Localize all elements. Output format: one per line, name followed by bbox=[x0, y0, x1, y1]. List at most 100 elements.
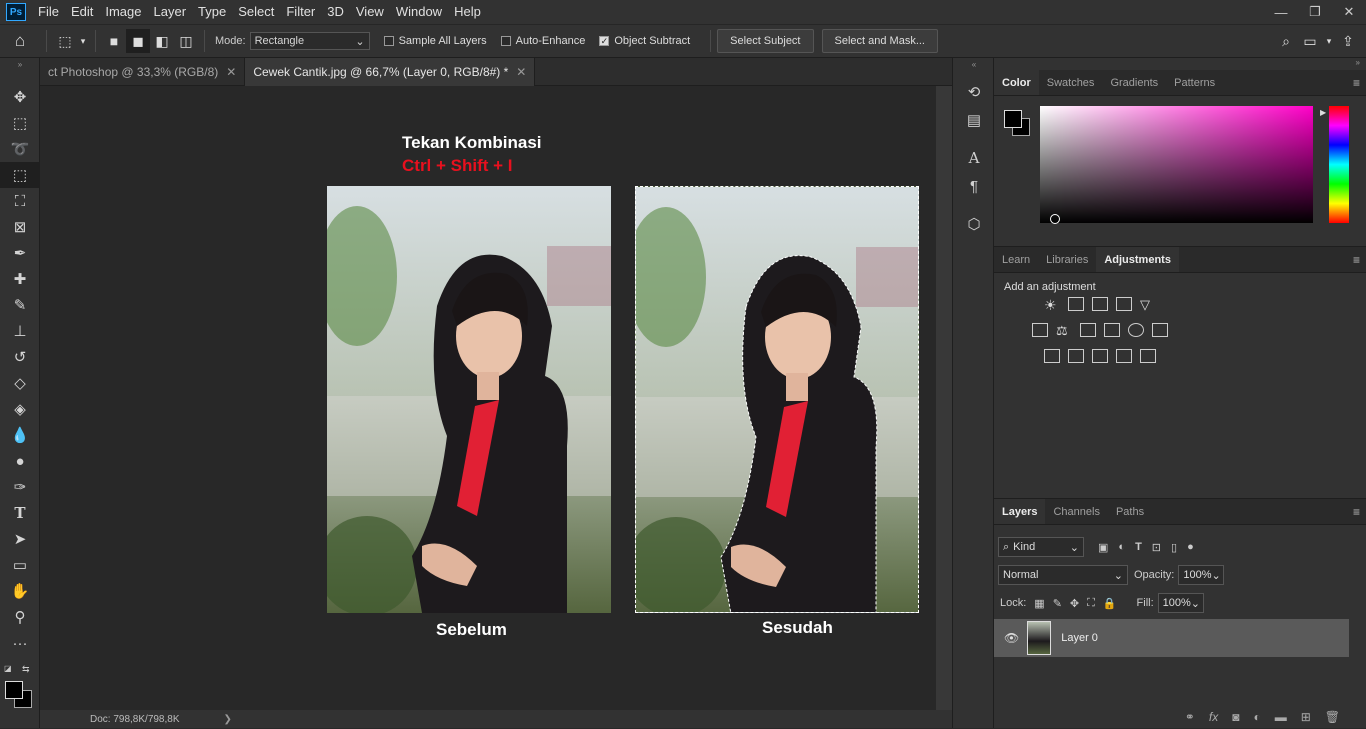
lock-all-icon[interactable]: 🔒 bbox=[1103, 597, 1117, 610]
link-layers-icon[interactable]: ⚭ bbox=[1185, 710, 1195, 724]
history-brush-tool-icon[interactable]: ↺ bbox=[0, 344, 40, 370]
object-selection-tool-icon[interactable]: ⬚ bbox=[0, 162, 40, 188]
menu-3d[interactable]: 3D bbox=[321, 0, 350, 24]
color-balance-icon[interactable]: ⚖ bbox=[1056, 323, 1072, 338]
tab-learn[interactable]: Learn bbox=[994, 247, 1038, 272]
levels-icon[interactable] bbox=[1068, 297, 1084, 311]
filter-adjustment-icon[interactable]: ◐ bbox=[1118, 541, 1125, 553]
visibility-eye-icon[interactable]: 👁 bbox=[1004, 631, 1019, 645]
menu-window[interactable]: Window bbox=[390, 0, 448, 24]
tab-adjustments[interactable]: Adjustments bbox=[1096, 247, 1179, 272]
restore-button[interactable]: ❐ bbox=[1298, 0, 1332, 24]
collapse-icon[interactable]: » bbox=[1356, 58, 1360, 67]
foreground-color-swatch[interactable] bbox=[5, 681, 23, 699]
character-icon[interactable]: A bbox=[953, 144, 995, 172]
crop-tool-icon[interactable]: ⛶ bbox=[0, 188, 40, 214]
paragraph-icon[interactable]: ¶ bbox=[953, 172, 995, 200]
hue-marker-icon[interactable]: ▶ bbox=[1320, 108, 1326, 117]
eyedropper-tool-icon[interactable]: ✒ bbox=[0, 240, 40, 266]
menu-layer[interactable]: Layer bbox=[148, 0, 193, 24]
panel-menu-icon[interactable]: ≡ bbox=[1353, 505, 1360, 519]
menu-type[interactable]: Type bbox=[192, 0, 232, 24]
filter-shape-icon[interactable]: ⊡ bbox=[1152, 541, 1161, 554]
collapse-icon[interactable]: » bbox=[0, 58, 40, 70]
swap-colors-icon[interactable]: ⇆ bbox=[22, 664, 34, 674]
tab-layers[interactable]: Layers bbox=[994, 499, 1046, 524]
exposure-icon[interactable] bbox=[1116, 297, 1132, 311]
vibrance-icon[interactable]: ▽ bbox=[1140, 297, 1156, 312]
close-button[interactable]: ✕ bbox=[1332, 0, 1366, 24]
blend-mode-select[interactable]: Normal ⌄ bbox=[998, 565, 1128, 585]
color-field[interactable] bbox=[1040, 106, 1313, 224]
photo-filter-icon[interactable] bbox=[1104, 323, 1120, 337]
home-icon[interactable]: ⌂ bbox=[0, 29, 40, 53]
tab-patterns[interactable]: Patterns bbox=[1166, 70, 1223, 95]
hand-tool-icon[interactable]: ✋ bbox=[0, 578, 40, 604]
sample-all-layers-checkbox[interactable]: Sample All Layers bbox=[383, 35, 487, 47]
zoom-tool-icon[interactable]: ⚲ bbox=[0, 604, 40, 630]
brightness-icon[interactable]: ☀ bbox=[1044, 297, 1060, 313]
black-white-icon[interactable] bbox=[1080, 323, 1096, 337]
close-icon[interactable]: ✕ bbox=[516, 65, 526, 79]
3d-icon[interactable]: ⬡ bbox=[953, 210, 995, 238]
color-picker-cursor[interactable] bbox=[1050, 214, 1060, 224]
close-icon[interactable]: ✕ bbox=[226, 65, 236, 79]
curves-icon[interactable] bbox=[1092, 297, 1108, 311]
menu-image[interactable]: Image bbox=[99, 0, 147, 24]
object-selection-tool-icon[interactable]: ⬚ bbox=[53, 29, 77, 53]
default-colors-icon[interactable]: ◪ bbox=[4, 664, 16, 674]
menu-file[interactable]: File bbox=[32, 0, 65, 24]
panel-menu-icon[interactable]: ≡ bbox=[1353, 253, 1360, 267]
marquee-tool-icon[interactable]: ⬚ bbox=[0, 110, 40, 136]
canvas-area[interactable]: Tekan Kombinasi Ctrl + Shift + I Sebelum bbox=[40, 86, 936, 710]
select-and-mask-button[interactable]: Select and Mask... bbox=[821, 29, 938, 53]
filter-type-icon[interactable]: T bbox=[1135, 541, 1142, 553]
layer-row[interactable]: 👁 Layer 0 bbox=[994, 619, 1349, 657]
color-lookup-icon[interactable] bbox=[1152, 323, 1168, 337]
lock-artboard-icon[interactable]: ⛶ bbox=[1087, 597, 1095, 610]
paint-bucket-tool-icon[interactable]: ◈ bbox=[0, 396, 40, 422]
new-selection-icon[interactable]: ■ bbox=[102, 29, 126, 53]
tab-color[interactable]: Color bbox=[994, 70, 1039, 95]
minimize-button[interactable]: — bbox=[1264, 0, 1298, 24]
delete-layer-icon[interactable]: 🗑 bbox=[1325, 710, 1340, 724]
auto-enhance-checkbox[interactable]: Auto-Enhance bbox=[500, 35, 585, 47]
threshold-icon[interactable] bbox=[1092, 349, 1108, 363]
gradient-map-icon[interactable] bbox=[1140, 349, 1156, 363]
subtract-from-selection-icon[interactable]: ◧ bbox=[150, 29, 174, 53]
search-icon[interactable]: ⌕ bbox=[1274, 29, 1298, 53]
healing-brush-tool-icon[interactable]: ✚ bbox=[0, 266, 40, 292]
status-arrow-icon[interactable]: ❯ bbox=[224, 714, 232, 725]
frame-tool-icon[interactable]: ⊠ bbox=[0, 214, 40, 240]
eraser-tool-icon[interactable]: ◇ bbox=[0, 370, 40, 396]
add-mask-icon[interactable]: ◙ bbox=[1232, 710, 1239, 724]
share-icon[interactable]: ⇪ bbox=[1336, 29, 1360, 53]
menu-select[interactable]: Select bbox=[232, 0, 280, 24]
selective-color-icon[interactable] bbox=[1116, 349, 1132, 363]
tab-paths[interactable]: Paths bbox=[1108, 499, 1152, 524]
fx-icon[interactable]: fx bbox=[1209, 710, 1218, 724]
hue-slider[interactable] bbox=[1329, 106, 1349, 223]
filter-kind-select[interactable]: ⌕ Kind ⌄ bbox=[998, 537, 1084, 557]
tab-channels[interactable]: Channels bbox=[1045, 499, 1107, 524]
dodge-tool-icon[interactable]: ● bbox=[0, 448, 40, 474]
filter-smart-object-icon[interactable]: ▯ bbox=[1171, 541, 1177, 554]
fill-input[interactable]: 100% ⌄ bbox=[1157, 593, 1204, 613]
posterize-icon[interactable] bbox=[1068, 349, 1084, 363]
brush-tool-icon[interactable]: ✎ bbox=[0, 292, 40, 318]
select-subject-button[interactable]: Select Subject bbox=[717, 29, 814, 53]
layer-name[interactable]: Layer 0 bbox=[1061, 632, 1098, 644]
lasso-tool-icon[interactable]: ➰ bbox=[0, 136, 40, 162]
clone-stamp-tool-icon[interactable]: ⊥ bbox=[0, 318, 40, 344]
blur-tool-icon[interactable]: 💧 bbox=[0, 422, 40, 448]
intersect-selection-icon[interactable]: ◫ bbox=[174, 29, 198, 53]
opacity-input[interactable]: 100% ⌄ bbox=[1178, 565, 1225, 585]
chevron-down-icon[interactable]: ▾ bbox=[1322, 29, 1336, 53]
pen-tool-icon[interactable]: ✑ bbox=[0, 474, 40, 500]
vertical-scrollbar[interactable] bbox=[936, 86, 952, 710]
menu-filter[interactable]: Filter bbox=[280, 0, 321, 24]
lock-image-icon[interactable]: ✎ bbox=[1053, 597, 1062, 610]
chevron-down-icon[interactable]: ▾ bbox=[77, 29, 89, 53]
tab-gradients[interactable]: Gradients bbox=[1102, 70, 1166, 95]
type-tool-icon[interactable]: T bbox=[0, 500, 40, 526]
